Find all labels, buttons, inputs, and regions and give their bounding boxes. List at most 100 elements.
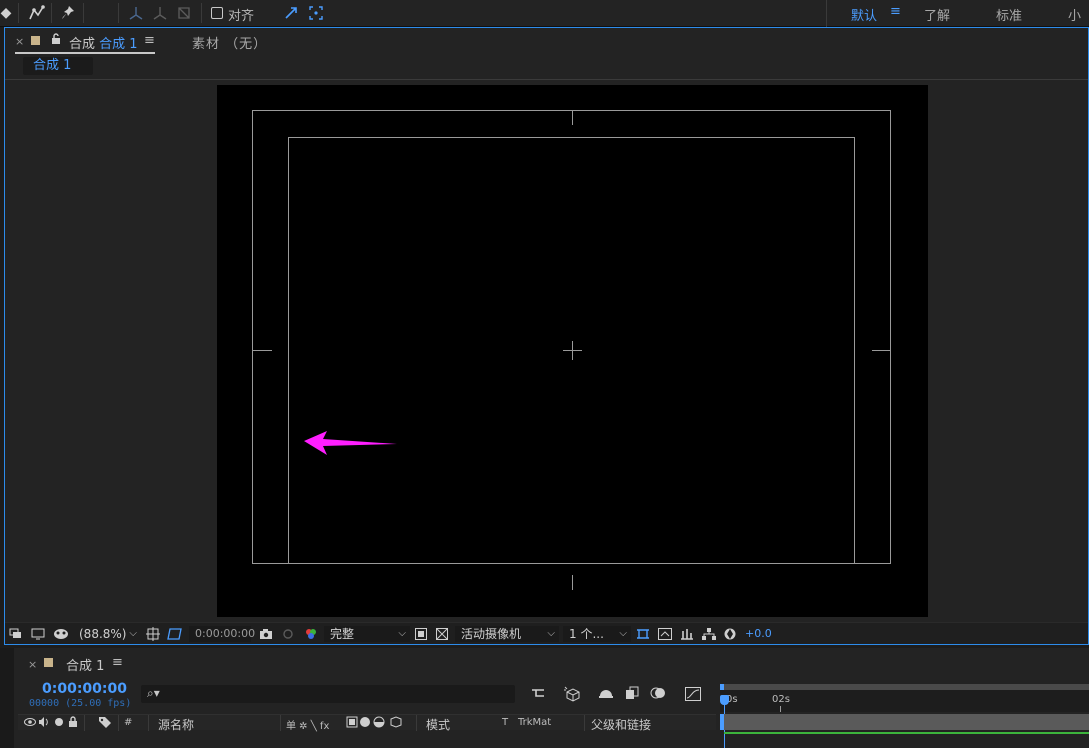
toolbar-divider bbox=[51, 3, 52, 23]
composition-tab-prefix: 合成 bbox=[69, 37, 96, 52]
composition-tab-name: 合成 1 bbox=[99, 37, 138, 52]
workspace-standard[interactable]: 标准 bbox=[996, 5, 1022, 24]
snap-checkbox[interactable] bbox=[211, 7, 223, 19]
column-divider bbox=[148, 715, 149, 731]
fast-draft-icon[interactable] bbox=[657, 626, 673, 642]
always-preview-icon[interactable] bbox=[9, 626, 23, 642]
motion-blur-icon[interactable] bbox=[650, 686, 668, 704]
composition-color-swatch bbox=[31, 36, 40, 45]
local-axis-icon[interactable] bbox=[126, 4, 146, 22]
view-axis-icon[interactable] bbox=[174, 4, 194, 22]
composition-mini-flowchart-icon[interactable] bbox=[530, 686, 548, 704]
draft-3d-icon[interactable] bbox=[563, 686, 581, 706]
toggle-pixel-aspect-icon[interactable] bbox=[635, 626, 651, 642]
close-panel-icon[interactable]: × bbox=[15, 35, 24, 48]
shape-tool-icon[interactable]: ◆ bbox=[0, 4, 14, 22]
tab-menu-icon[interactable]: ≡ bbox=[144, 33, 155, 48]
views-dropdown[interactable]: 1 个... ⌵ bbox=[563, 626, 631, 642]
timeline-color-swatch bbox=[44, 658, 53, 667]
ruler-label-1: 02s bbox=[772, 694, 790, 705]
layer-number-header: # bbox=[124, 717, 133, 728]
composition-canvas[interactable] bbox=[217, 85, 928, 617]
snap-features-icon[interactable] bbox=[306, 4, 326, 22]
viewer-timecode[interactable]: 0:00:00:00 bbox=[189, 626, 255, 642]
footage-tab[interactable]: 素材 （无） bbox=[192, 33, 267, 52]
chevron-down-icon: ⌵ bbox=[398, 628, 406, 639]
composition-panel: × 合成 合成 1 ≡ 素材 （无） 合成 1 (88.8%) ⌵ 0:00:0… bbox=[4, 27, 1089, 645]
lock-icon[interactable] bbox=[51, 33, 61, 48]
monitor-icon[interactable] bbox=[31, 626, 45, 642]
column-divider bbox=[118, 715, 119, 731]
toolbar-divider bbox=[83, 3, 84, 23]
timeline-panel: × 合成 1 ≡ 0:00:00:00 00000 (25.00 fps) ⌕▾… bbox=[0, 648, 1089, 748]
snapshot-camera-icon[interactable] bbox=[259, 626, 273, 642]
source-name-header[interactable]: 源名称 bbox=[158, 716, 194, 733]
frame-blending-icon[interactable] bbox=[624, 686, 642, 704]
track-matte-header: TrkMat bbox=[518, 717, 552, 728]
preserve-transparency-header: T bbox=[502, 717, 509, 728]
action-safe-rect bbox=[252, 110, 891, 564]
toolbar-divider bbox=[18, 3, 19, 23]
exposure-value[interactable]: +0.0 bbox=[745, 626, 772, 642]
workspace-menu-icon[interactable]: ≡ bbox=[890, 4, 901, 19]
lock-column-icon[interactable] bbox=[68, 716, 78, 731]
viewer-control-bar: (88.8%) ⌵ 0:00:00:00 完整 ⌵ 活动摄像机 ⌵ 1 个... ⌵ bbox=[5, 622, 1088, 644]
active-tab-indicator bbox=[15, 52, 155, 54]
region-of-interest-icon[interactable] bbox=[167, 626, 183, 642]
layer-in-point-handle[interactable] bbox=[720, 714, 724, 730]
video-visibility-icon[interactable] bbox=[24, 716, 36, 731]
workspace-divider bbox=[826, 0, 827, 27]
fast-preview-icon[interactable] bbox=[414, 626, 428, 642]
world-axis-icon[interactable] bbox=[150, 4, 170, 22]
column-divider bbox=[84, 715, 85, 731]
column-divider bbox=[416, 715, 417, 731]
snap-edges-icon[interactable] bbox=[282, 4, 302, 22]
solo-icon[interactable] bbox=[54, 716, 64, 731]
time-ruler[interactable]: 0s 02s bbox=[720, 690, 1089, 712]
top-toolbar: ◆ 对齐 默认 ≡ 了解 标准 小屏 bbox=[0, 0, 1089, 43]
grid-guides-icon[interactable] bbox=[146, 626, 160, 642]
audio-icon[interactable] bbox=[38, 716, 50, 731]
show-snapshot-icon[interactable] bbox=[281, 626, 295, 642]
workspace-default[interactable]: 默认 bbox=[851, 5, 877, 24]
timeline-header: × 合成 1 ≡ bbox=[18, 648, 1089, 676]
layer-track-area[interactable] bbox=[720, 714, 1089, 730]
timeline-menu-icon[interactable]: ≡ bbox=[112, 655, 123, 670]
composition-viewer[interactable] bbox=[5, 80, 1088, 622]
chevron-down-icon: ⌵ bbox=[547, 628, 555, 639]
resolution-dropdown[interactable]: 完整 ⌵ bbox=[324, 626, 410, 642]
camera-value: 活动摄像机 bbox=[461, 627, 522, 641]
workspace-learn[interactable]: 了解 bbox=[924, 5, 950, 24]
toolbar-divider bbox=[201, 3, 202, 23]
zoom-value: (88.8%) bbox=[79, 627, 127, 641]
puppet-tool-icon[interactable] bbox=[26, 4, 48, 22]
color-channels-icon[interactable] bbox=[303, 626, 319, 642]
close-timeline-icon[interactable]: × bbox=[28, 658, 37, 671]
graph-editor-icon[interactable] bbox=[684, 686, 702, 706]
reset-exposure-icon[interactable] bbox=[723, 626, 737, 642]
magenta-arrow-shape bbox=[304, 431, 397, 455]
shy-layers-icon[interactable] bbox=[597, 686, 615, 704]
timeline-current-time[interactable]: 0:00:00:00 bbox=[42, 681, 127, 697]
camera-dropdown[interactable]: 活动摄像机 ⌵ bbox=[455, 626, 559, 642]
zoom-dropdown[interactable]: (88.8%) ⌵ bbox=[75, 626, 141, 642]
safe-margin-guides bbox=[252, 110, 891, 590]
flowchart-icon[interactable] bbox=[701, 626, 717, 642]
mode-header: 模式 bbox=[426, 718, 451, 732]
transparency-grid-icon[interactable] bbox=[435, 626, 449, 642]
column-divider bbox=[280, 715, 281, 731]
switch-icons-group bbox=[346, 716, 404, 731]
composition-tab[interactable]: 合成 合成 1 bbox=[69, 33, 138, 52]
mask-visibility-icon[interactable] bbox=[53, 626, 69, 642]
layer-column-header: # 源名称 单 ✲ ╲ fx 模式 T TrkMat 父级和链接 bbox=[18, 714, 716, 733]
snap-label: 对齐 bbox=[228, 9, 255, 24]
composition-breadcrumb[interactable]: 合成 1 bbox=[23, 57, 93, 75]
parent-link-header: 父级和链接 bbox=[591, 718, 652, 732]
timeline-link-icon[interactable] bbox=[679, 626, 695, 642]
label-tag-icon[interactable] bbox=[98, 716, 112, 731]
layer-search-input[interactable]: ⌕▾ bbox=[141, 685, 515, 703]
pin-tool-icon[interactable] bbox=[58, 4, 78, 22]
timeline-tab-title[interactable]: 合成 1 bbox=[66, 655, 104, 674]
search-icon: ⌕▾ bbox=[147, 686, 160, 700]
chevron-down-icon: ⌵ bbox=[619, 628, 627, 639]
